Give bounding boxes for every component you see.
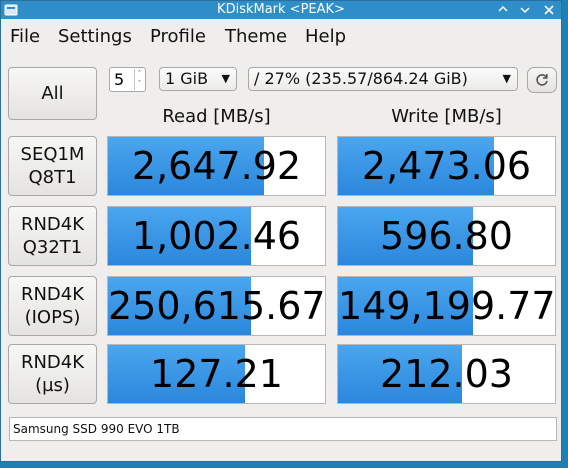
size-select[interactable]: 1 GiB ▼: [159, 67, 237, 91]
write-result-cell: 212.03: [337, 344, 556, 404]
write-value: 596.80: [380, 214, 513, 258]
refresh-button[interactable]: [527, 67, 557, 93]
app-window: KDiskMark <PEAK> File Settings Profile T…: [0, 0, 562, 462]
row-label-line2: Q32T1: [22, 237, 83, 258]
title-bar[interactable]: KDiskMark <PEAK>: [1, 1, 561, 19]
device-status-field: Samsung SSD 990 EVO 1TB: [9, 417, 557, 441]
row-label-line2: (µs): [35, 375, 70, 396]
read-column-header: Read [MB/s]: [162, 106, 271, 127]
runs-value: 5: [114, 70, 125, 89]
menu-file[interactable]: File: [10, 26, 40, 48]
read-value: 2,647.92: [131, 144, 302, 188]
menu-settings[interactable]: Settings: [58, 26, 132, 48]
row-label-line1: RND4K: [20, 352, 85, 373]
read-value: 250,615.67: [108, 284, 326, 328]
read-result-cell: 250,615.67: [107, 276, 326, 336]
row-label-line2: Q8T1: [28, 167, 77, 188]
size-select-value: 1 GiB: [165, 69, 209, 88]
minimize-icon[interactable]: [515, 1, 535, 19]
menu-profile[interactable]: Profile: [150, 26, 206, 48]
refresh-icon: [536, 74, 548, 86]
row-label-line1: SEQ1M: [20, 144, 85, 165]
close-icon[interactable]: [539, 1, 559, 19]
runs-spinbox[interactable]: 5 ˄ ˅: [109, 67, 146, 92]
rnd4k-latency-button[interactable]: RND4K (µs): [8, 344, 97, 404]
chevron-down-icon: ▼: [221, 72, 230, 85]
menu-bar: File Settings Profile Theme Help: [1, 20, 561, 52]
spin-arrows-icon[interactable]: ˄ ˅: [134, 69, 144, 90]
read-value: 127.21: [150, 352, 283, 396]
row-label-line1: RND4K: [20, 284, 85, 305]
window-title: KDiskMark <PEAK>: [217, 2, 345, 17]
seq1m-q8t1-button[interactable]: SEQ1M Q8T1: [8, 136, 97, 196]
write-value: 2,473.06: [361, 144, 532, 188]
menu-theme[interactable]: Theme: [225, 26, 287, 48]
all-button[interactable]: All: [8, 67, 97, 120]
write-value: 212.03: [380, 352, 513, 396]
row-label-line2: (IOPS): [24, 307, 81, 328]
chevron-down-icon: ▼: [502, 72, 511, 85]
rnd4k-iops-button[interactable]: RND4K (IOPS): [8, 276, 97, 336]
drive-select-value: / 27% (235.57/864.24 GiB): [254, 69, 468, 88]
read-result-cell: 1,002.46: [107, 206, 326, 266]
read-result-cell: 127.21: [107, 344, 326, 404]
write-result-cell: 2,473.06: [337, 136, 556, 196]
write-value: 149,199.77: [338, 284, 556, 328]
keep-above-icon[interactable]: [493, 1, 513, 19]
rnd4k-q32t1-button[interactable]: RND4K Q32T1: [8, 206, 97, 266]
all-button-label: All: [41, 83, 64, 104]
menu-help[interactable]: Help: [305, 26, 346, 48]
write-result-cell: 596.80: [337, 206, 556, 266]
write-result-cell: 149,199.77: [337, 276, 556, 336]
row-label-line1: RND4K: [20, 214, 85, 235]
read-result-cell: 2,647.92: [107, 136, 326, 196]
read-value: 1,002.46: [131, 214, 302, 258]
drive-select[interactable]: / 27% (235.57/864.24 GiB) ▼: [248, 67, 518, 91]
write-column-header: Write [MB/s]: [391, 106, 502, 127]
